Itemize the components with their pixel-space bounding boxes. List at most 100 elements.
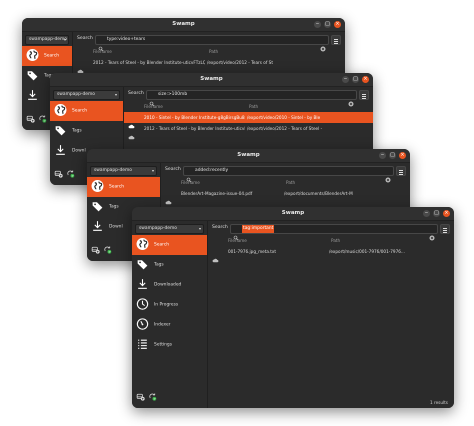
sidebar-item-label: Search bbox=[109, 184, 125, 190]
clear-icon[interactable] bbox=[348, 92, 354, 111]
hamburger-icon bbox=[443, 229, 447, 231]
table-row[interactable]: 2010 - Sintel - by Blender Institute-g8g… bbox=[124, 112, 373, 129]
close-button[interactable]: × bbox=[334, 21, 341, 28]
titlebar[interactable]: Swamp ‒ □ × bbox=[87, 149, 410, 163]
add-repo-icon[interactable] bbox=[91, 239, 103, 258]
sidebar-item-1[interactable]: Tags bbox=[132, 255, 207, 275]
minimize-icon: ‒ bbox=[343, 76, 348, 82]
sync-icon[interactable] bbox=[103, 239, 115, 258]
search-input[interactable]: size:>100mb bbox=[146, 90, 357, 107]
workspace-name: swampapp-demo bbox=[94, 168, 132, 173]
column-header-filename[interactable]: Filename bbox=[144, 104, 163, 109]
column-header-path[interactable]: Path bbox=[209, 49, 218, 54]
sync-icon[interactable] bbox=[148, 386, 160, 405]
add-repo-icon[interactable] bbox=[136, 386, 148, 405]
download-icon bbox=[136, 276, 149, 295]
clock-icon bbox=[136, 296, 149, 315]
workspace-dropdown[interactable]: swampapp-demo ▾ bbox=[25, 35, 69, 45]
maximize-button[interactable]: □ bbox=[352, 76, 359, 83]
close-icon: × bbox=[400, 152, 405, 158]
column-header-filename[interactable]: Filename bbox=[93, 49, 112, 54]
sidebar-item-1[interactable]: Tags bbox=[50, 121, 123, 141]
file-path: /export/documents/BlenderArt-M bbox=[284, 191, 353, 196]
sidebar-item-3[interactable]: In Progress bbox=[132, 295, 207, 315]
sidebar-footer bbox=[91, 239, 115, 258]
minimize-icon: ‒ bbox=[315, 21, 320, 27]
menu-button[interactable] bbox=[396, 166, 406, 176]
column-header-path[interactable]: Path bbox=[249, 104, 258, 109]
add-repo-icon[interactable] bbox=[54, 163, 66, 182]
sync-icon[interactable] bbox=[38, 108, 50, 127]
maximize-icon: □ bbox=[353, 76, 358, 82]
sidebar-item-0[interactable]: Search bbox=[132, 235, 207, 255]
sidebar-item-0[interactable]: Search bbox=[22, 46, 72, 66]
maximize-button[interactable]: □ bbox=[324, 21, 331, 28]
search-input[interactable]: tag:important bbox=[230, 224, 438, 241]
minimize-icon: ‒ bbox=[424, 210, 429, 216]
workspace-name: swampapp-demo bbox=[29, 37, 67, 42]
globe-icon bbox=[136, 236, 149, 255]
chevron-down-icon: ▾ bbox=[63, 37, 66, 42]
column-header-path[interactable]: Path bbox=[331, 238, 340, 243]
table-row[interactable]: 2012 - Tears of Steel - by Blender Insti… bbox=[73, 57, 345, 74]
maximize-button[interactable]: □ bbox=[433, 210, 440, 217]
titlebar[interactable]: Swamp ‒ □ × bbox=[22, 18, 345, 32]
sidebar-item-4[interactable]: Indexer bbox=[132, 315, 207, 335]
minimize-button[interactable]: ‒ bbox=[342, 76, 349, 83]
table-row[interactable]: 001-7976.jpg_meta.txt/export/music/001-7… bbox=[208, 246, 454, 263]
workspace-dropdown[interactable]: swampapp-demo ▾ bbox=[135, 224, 204, 234]
titlebar[interactable]: Swamp ‒ □ × bbox=[50, 73, 373, 87]
clear-icon[interactable] bbox=[385, 168, 391, 187]
workspace-name: swampapp-demo bbox=[139, 226, 177, 231]
hamburger-icon bbox=[334, 42, 338, 44]
workspace-dropdown[interactable]: swampapp-demo ▾ bbox=[90, 166, 157, 176]
column-header-path[interactable]: Path bbox=[286, 180, 295, 185]
maximize-icon: □ bbox=[390, 152, 395, 158]
close-button[interactable]: × bbox=[362, 76, 369, 83]
sidebar-footer bbox=[54, 163, 78, 182]
cloud-icon bbox=[128, 126, 135, 145]
hamburger-icon bbox=[399, 169, 403, 171]
main-panel: Search tag:important Filename Path 001-7976.… bbox=[208, 221, 454, 408]
close-button[interactable]: × bbox=[443, 210, 450, 217]
search-label: Search bbox=[212, 225, 228, 230]
minimize-button[interactable]: ‒ bbox=[379, 152, 386, 159]
table-row[interactable]: BlenderArt-Magazine-issue-04.pdf/export/… bbox=[161, 188, 410, 205]
clear-icon[interactable] bbox=[429, 226, 435, 245]
menu-button[interactable] bbox=[331, 35, 341, 45]
hamburger-icon bbox=[362, 97, 366, 99]
workspace-dropdown[interactable]: swampapp-demo ▾ bbox=[53, 90, 120, 100]
maximize-button[interactable]: □ bbox=[389, 152, 396, 159]
file-path: /export/video/2012 - Tears of St bbox=[207, 60, 273, 65]
sidebar-item-0[interactable]: Search bbox=[50, 101, 123, 121]
app-window: Swamp ‒ □ × swampapp-demo ▾ Search Tags Download… bbox=[132, 207, 454, 408]
workspace-name: swampapp-demo bbox=[57, 92, 95, 97]
close-icon: × bbox=[363, 76, 368, 82]
sidebar-item-5[interactable]: Settings bbox=[132, 335, 207, 355]
minimize-button[interactable]: ‒ bbox=[314, 21, 321, 28]
sidebar: swampapp-demo ▾ Search Tags Downloaded In Pro… bbox=[132, 221, 208, 408]
column-header-filename[interactable]: Filename bbox=[181, 180, 200, 185]
table-row[interactable]: 2012 - Tears of Steel - by Blender Insti… bbox=[124, 123, 373, 140]
sidebar-item-2[interactable]: Downloaded bbox=[132, 275, 207, 295]
menu-button[interactable] bbox=[359, 90, 369, 100]
download-icon bbox=[26, 87, 39, 106]
add-repo-icon[interactable] bbox=[26, 108, 38, 127]
file-name: 2012 - Tears of Steel - by Blender Insti… bbox=[144, 126, 245, 131]
sidebar-item-label: Downl bbox=[109, 224, 123, 230]
minimize-button[interactable]: ‒ bbox=[423, 210, 430, 217]
column-header-filename[interactable]: Filename bbox=[228, 238, 247, 243]
search-input[interactable]: type:video+tears bbox=[95, 35, 329, 52]
sidebar-item-label: Search bbox=[154, 242, 170, 248]
clear-icon[interactable] bbox=[320, 37, 326, 56]
search-input[interactable]: added:recently bbox=[183, 166, 394, 183]
sync-icon[interactable] bbox=[66, 163, 78, 182]
sidebar-item-0[interactable]: Search bbox=[87, 177, 160, 197]
hamburger-icon bbox=[362, 93, 366, 95]
menu-button[interactable] bbox=[440, 224, 450, 234]
maximize-icon: □ bbox=[325, 21, 330, 27]
close-button[interactable]: × bbox=[399, 152, 406, 159]
titlebar[interactable]: Swamp ‒ □ × bbox=[132, 207, 454, 221]
sidebar-item-label: Search bbox=[44, 53, 60, 59]
window-title: Swamp bbox=[200, 76, 223, 82]
